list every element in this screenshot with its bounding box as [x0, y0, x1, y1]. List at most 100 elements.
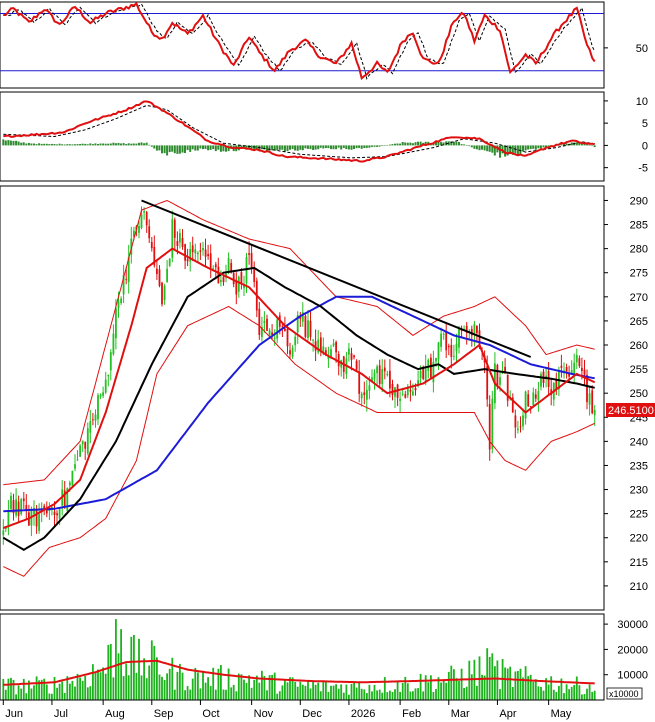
macd-histogram-bar [71, 144, 74, 146]
macd-histogram-bar [114, 143, 117, 146]
macd-histogram-bar [404, 142, 407, 146]
volume-bar [56, 687, 58, 700]
macd-histogram-bar [342, 145, 345, 148]
volume-bar [409, 691, 412, 700]
volume-bar [537, 686, 540, 700]
macd-histogram-bar [486, 145, 489, 152]
candle-body [97, 395, 99, 420]
macd-histogram-bar [376, 145, 379, 147]
x-tick-label: Sep [154, 708, 174, 720]
volume-bar [245, 682, 248, 700]
candle-body [593, 410, 596, 416]
macd-histogram-bar [304, 145, 307, 149]
candle-body [258, 308, 261, 335]
volume-bar [319, 691, 322, 700]
candle-body [304, 315, 307, 337]
candle-body [58, 509, 61, 519]
macd-histogram-bar [417, 141, 419, 146]
macd-histogram-bar [475, 145, 478, 150]
macd-histogram-bar [478, 145, 481, 151]
macd-histogram-bar [332, 145, 335, 150]
macd-histogram-bar [281, 145, 284, 150]
macd-histogram-bar [132, 143, 135, 146]
volume-bar [568, 689, 570, 700]
volume-bar [284, 680, 286, 700]
volume-bar [235, 691, 238, 700]
volume-bar [360, 688, 363, 700]
volume-bar [506, 668, 509, 700]
macd-histogram-bar [570, 142, 573, 146]
candle-body [253, 268, 256, 282]
macd-histogram-bar [591, 145, 594, 146]
volume-bar [389, 690, 391, 700]
candle-body [10, 495, 12, 509]
volume-bar [7, 678, 10, 700]
macd-histogram-bar [314, 145, 317, 150]
macd-histogram-bar [181, 145, 184, 153]
macd-histogram-bar [135, 143, 138, 146]
macd-histogram-bar [368, 145, 371, 148]
macd-histogram-bar [335, 145, 338, 150]
macd-histogram-bar [68, 144, 71, 146]
candle-body [76, 459, 79, 461]
candle-body [527, 394, 530, 407]
macd-histogram-bar [309, 145, 312, 150]
macd-histogram-bar [184, 145, 186, 153]
volume-bar [583, 694, 586, 700]
macd-histogram-bar [286, 145, 289, 151]
volume-bar [202, 671, 204, 700]
volume-bar [524, 666, 527, 700]
volume-bar [586, 688, 588, 700]
candle-body [199, 250, 202, 252]
candle-body [332, 343, 335, 346]
macd-histogram-bar [38, 143, 41, 146]
candle-body [7, 511, 10, 527]
candle-body [524, 391, 527, 419]
candle-body [163, 285, 166, 300]
macd-histogram-bar [163, 145, 166, 154]
volume-bar [104, 673, 107, 700]
macd-histogram-bar [283, 145, 286, 152]
volume-bar [94, 672, 97, 700]
volume-bar [225, 689, 227, 700]
volume-bar [22, 678, 25, 700]
volume-bar [322, 681, 325, 700]
macd-histogram-bar [214, 145, 217, 152]
macd-histogram-bar [401, 142, 404, 146]
volume-bar [261, 670, 263, 700]
candle-body [84, 442, 87, 449]
last-price-label: 246.5100 [608, 405, 654, 417]
candle-body [447, 346, 450, 348]
volume-bar [391, 692, 394, 700]
volume-bar [355, 687, 358, 700]
volume-bar [378, 689, 381, 700]
volume-bar [127, 675, 130, 700]
volume-bar [588, 684, 591, 700]
volume-bar [422, 691, 425, 700]
macd-histogram-bar [319, 145, 322, 148]
candle-body [486, 366, 489, 400]
volume-bar [197, 672, 199, 700]
candle-body [391, 384, 394, 395]
candle-body [435, 357, 437, 362]
candle-body [173, 219, 176, 238]
candle-body [184, 244, 186, 261]
volume-bar [130, 636, 133, 700]
volume-bar [92, 664, 94, 700]
candle-body [71, 470, 74, 486]
macd-histogram-bar [291, 145, 294, 149]
volume-bar [237, 673, 240, 700]
price-tick-label: 275 [630, 268, 648, 280]
volume-bar [307, 680, 309, 700]
volume-bar [294, 681, 297, 700]
macd-histogram-bar [99, 143, 102, 146]
macd-histogram-bar [358, 145, 361, 148]
volume-bar [133, 635, 135, 700]
volume-bar [401, 683, 404, 700]
candle-body [220, 280, 222, 282]
candle-body [166, 268, 168, 283]
macd-histogram-bar [22, 142, 25, 146]
candle-body [427, 359, 430, 371]
macd-histogram-bar [120, 143, 122, 146]
volume-bar [304, 685, 307, 700]
